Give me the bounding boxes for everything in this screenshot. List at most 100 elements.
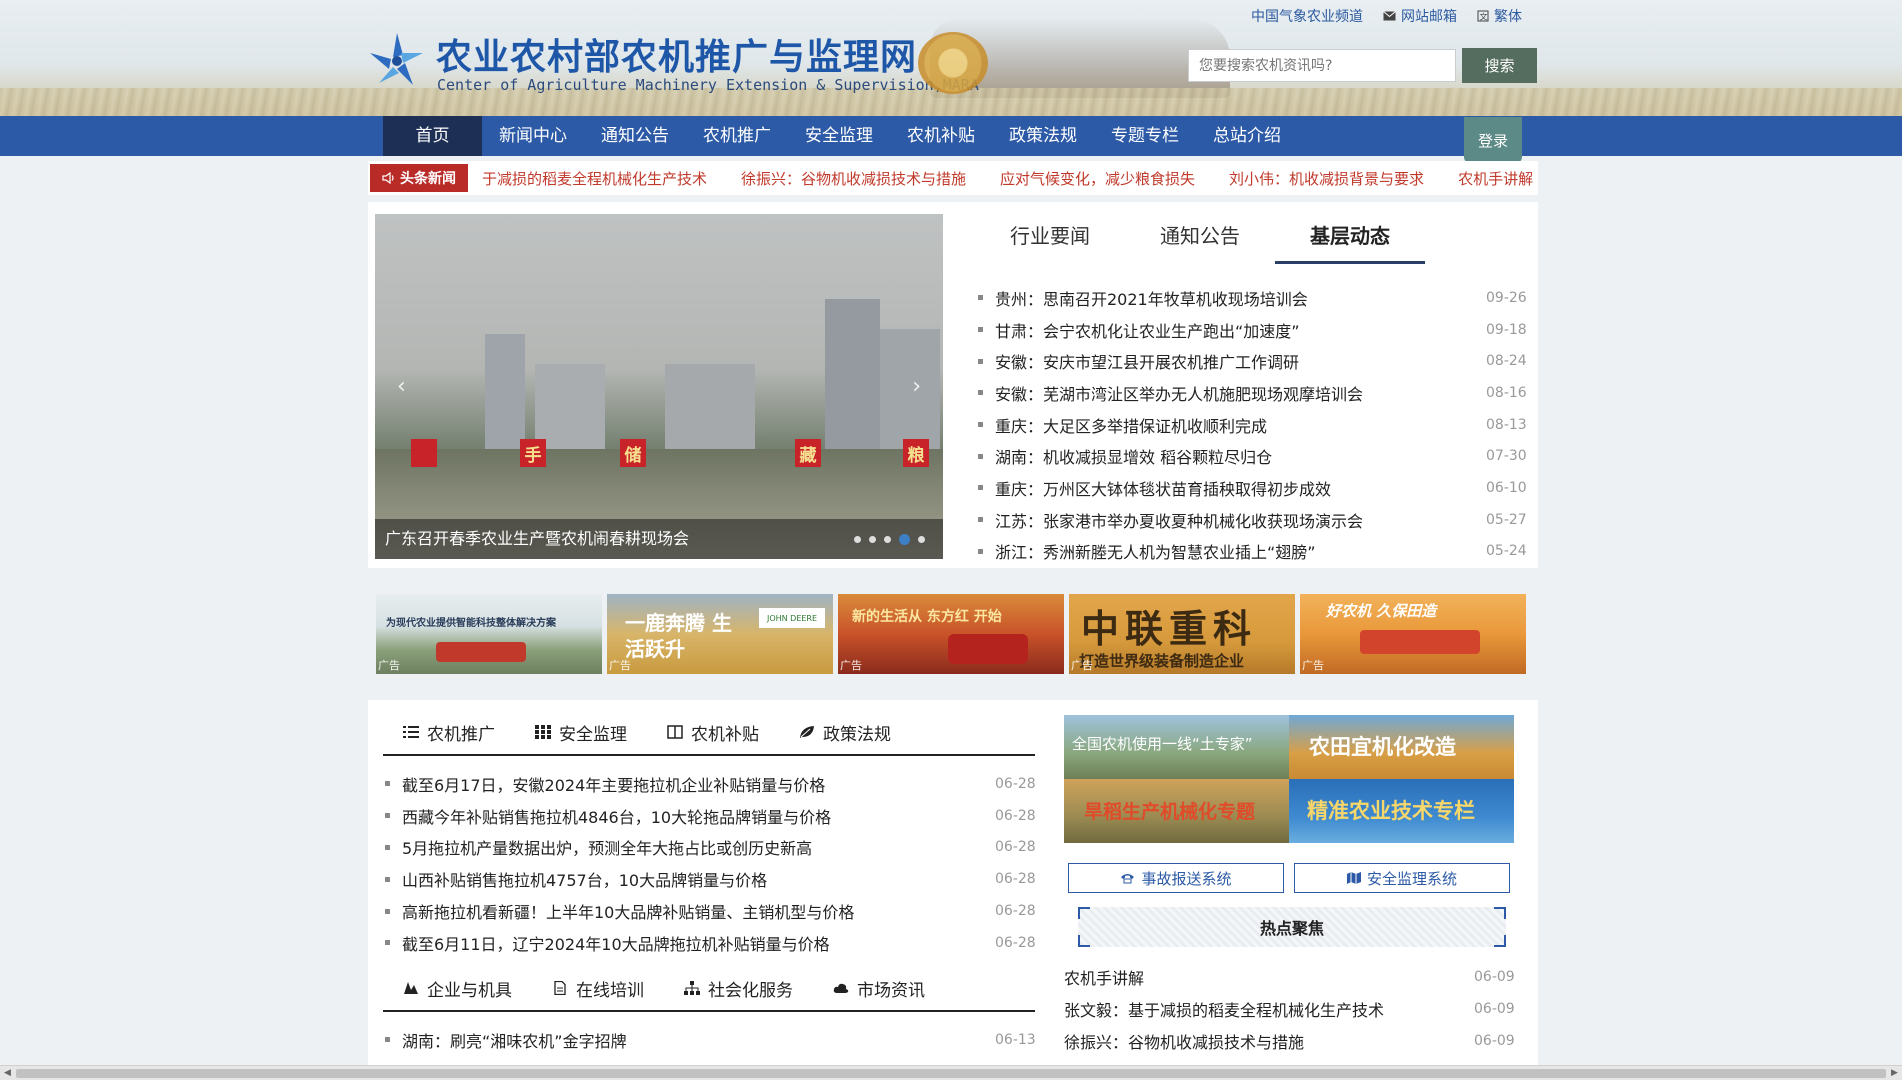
list-item[interactable]: 山西补贴销售拖拉机4757台，10大品牌销量与价格 06-28 xyxy=(383,863,1036,895)
list-item[interactable]: 截至6月11日，辽宁2024年10大品牌拖拉机补贴销量与价格 06-28 xyxy=(383,927,1036,959)
list-item-title[interactable]: 5月拖拉机产量数据出炉，预测全年大拖占比或创历史新高 xyxy=(402,835,995,859)
nav-about[interactable]: 总站介绍 xyxy=(1196,116,1298,156)
list-item-title[interactable]: 徐振兴：谷物机收减损技术与措施 xyxy=(1064,1029,1474,1053)
top-link-weather-label[interactable]: 中国气象农业频道 xyxy=(1251,6,1363,26)
nav-notices[interactable]: 通知公告 xyxy=(584,116,686,156)
tab-label[interactable]: 企业与机具 xyxy=(427,976,512,1001)
tab-label[interactable]: 市场资讯 xyxy=(857,976,925,1001)
list-item-title[interactable]: 截至6月17日，安徽2024年主要拖拉机企业补贴销量与价格 xyxy=(402,772,995,796)
topic-banner[interactable]: 全国农机使用一线“土专家” xyxy=(1064,715,1289,779)
list-item[interactable]: 西藏今年补贴销售拖拉机4846台，10大轮拖品牌销量与价格 06-28 xyxy=(383,800,1036,832)
scrollbar-thumb[interactable] xyxy=(16,1069,1886,1078)
list-item-title[interactable]: 西藏今年补贴销售拖拉机4846台，10大轮拖品牌销量与价格 xyxy=(402,804,995,828)
list-item-title[interactable]: 截至6月11日，辽宁2024年10大品牌拖拉机补贴销量与价格 xyxy=(402,931,995,955)
list-item-title[interactable]: 湖南：刷亮“湘味农机”金字招牌 xyxy=(402,1028,995,1052)
ad-banner[interactable]: 新的生活从 东方红 开始 广告 xyxy=(838,594,1064,674)
nav-news-center[interactable]: 新闻中心 xyxy=(482,116,584,156)
tab-social-service[interactable]: 社会化服务 xyxy=(664,966,813,1010)
list-item[interactable]: 江苏：张家港市举办夏收夏种机械化收获现场演示会 05-27 xyxy=(976,504,1527,536)
list-item[interactable]: 5月拖拉机产量数据出炉，预测全年大拖占比或创历史新高 06-28 xyxy=(383,832,1036,864)
list-item[interactable]: 农机手讲解 06-09 xyxy=(1064,961,1515,993)
tab-safety[interactable]: 安全监理 xyxy=(515,710,647,754)
tab-grassroots[interactable]: 基层动态 xyxy=(1275,208,1425,264)
ticker-item[interactable]: 于减损的稻麦全程机械化生产技术 xyxy=(482,168,707,189)
scroll-left-icon[interactable]: ◀ xyxy=(0,1066,15,1080)
slider-dot[interactable] xyxy=(918,536,925,543)
search-input[interactable] xyxy=(1188,49,1456,82)
tab-label[interactable]: 农机推广 xyxy=(427,720,495,745)
list-item[interactable]: 浙江：秀洲新塍无人机为智慧农业插上“翅膀” 05-24 xyxy=(976,536,1527,568)
photo-slider[interactable]: 手 储 藏 粮 ‹ › 广东召开春季农业生产暨农机闹春耕现场会 xyxy=(375,214,943,559)
list-item[interactable]: 安徽：安庆市望江县开展农机推广工作调研 08-24 xyxy=(976,345,1527,377)
list-item-title[interactable]: 江苏：张家港市举办夏收夏种机械化收获现场演示会 xyxy=(995,508,1486,532)
accident-report-label[interactable]: 事故报送系统 xyxy=(1141,868,1231,889)
site-logo-icon[interactable] xyxy=(368,30,426,92)
list-item[interactable]: 重庆：大足区多举措保证机收顺利完成 08-13 xyxy=(976,409,1527,441)
tab-subsidy[interactable]: 农机补贴 xyxy=(647,710,779,754)
list-item[interactable]: 徐振兴：谷物机收减损技术与措施 06-09 xyxy=(1064,1025,1515,1057)
list-item-title[interactable]: 安徽：安庆市望江县开展农机推广工作调研 xyxy=(995,349,1486,373)
ad-banner[interactable]: 中联重科 打造世界级装备制造企业 广告 xyxy=(1069,594,1295,674)
list-item[interactable]: 张文毅：基于减损的稻麦全程机械化生产技术 06-09 xyxy=(1064,993,1515,1025)
ticker-item[interactable]: 农机手讲解 xyxy=(1458,168,1533,189)
slider-dot-active[interactable] xyxy=(899,534,910,545)
tab-training[interactable]: 在线培训 xyxy=(532,966,664,1010)
list-item-title[interactable]: 浙江：秀洲新塍无人机为智慧农业插上“翅膀” xyxy=(995,539,1486,563)
tab-enterprise[interactable]: 企业与机具 xyxy=(383,966,532,1010)
ticker-item[interactable]: 刘小伟：机收减损背景与要求 xyxy=(1229,168,1424,189)
slider-caption[interactable]: 广东召开春季农业生产暨农机闹春耕现场会 xyxy=(385,525,689,549)
nav-subsidy[interactable]: 农机补贴 xyxy=(890,116,992,156)
tab-industry-news[interactable]: 行业要闻 xyxy=(975,208,1125,264)
ticker-item[interactable]: 徐振兴：谷物机收减损技术与措施 xyxy=(741,168,966,189)
list-item-title[interactable]: 重庆：大足区多举措保证机收顺利完成 xyxy=(995,413,1486,437)
list-item-title[interactable]: 重庆：万州区大钵体毯状苗育插秧取得初步成效 xyxy=(995,476,1486,500)
list-item-title[interactable]: 张文毅：基于减损的稻麦全程机械化生产技术 xyxy=(1064,997,1474,1021)
slider-prev-icon[interactable]: ‹ xyxy=(397,374,406,399)
slider-dot[interactable] xyxy=(854,536,861,543)
list-item[interactable]: 甘肃：会宁农机化让农业生产跑出“加速度” 09-18 xyxy=(976,314,1527,346)
site-title[interactable]: 农业农村部农机推广与监理网 xyxy=(436,28,917,80)
list-item[interactable]: 高新拖拉机看新疆！上半年10大品牌补贴销量、主销机型与价格 06-28 xyxy=(383,895,1036,927)
slider-dot[interactable] xyxy=(884,536,891,543)
ad-banner[interactable]: 好农机 久保田造 广告 xyxy=(1300,594,1526,674)
nav-safety[interactable]: 安全监理 xyxy=(788,116,890,156)
list-item[interactable]: 贵州：思南召开2021年牧草机收现场培训会 09-26 xyxy=(976,282,1527,314)
topic-banner[interactable]: 旱稻生产机械化专题 xyxy=(1064,779,1289,843)
list-item[interactable]: 湖南：机收减损显增效 稻谷颗粒尽归仓 07-30 xyxy=(976,440,1527,472)
nav-extension[interactable]: 农机推广 xyxy=(686,116,788,156)
slider-next-icon[interactable]: › xyxy=(912,374,921,399)
slider-dot[interactable] xyxy=(869,536,876,543)
top-link-traditional-label[interactable]: 繁体 xyxy=(1494,6,1522,26)
top-link-traditional[interactable]: 文 繁体 xyxy=(1477,6,1522,26)
accident-report-button[interactable]: 事故报送系统 xyxy=(1068,863,1284,893)
tab-label[interactable]: 安全监理 xyxy=(559,720,627,745)
safety-system-label[interactable]: 安全监理系统 xyxy=(1367,868,1457,889)
tab-label[interactable]: 农机补贴 xyxy=(691,720,759,745)
top-link-weather[interactable]: 中国气象农业频道 xyxy=(1251,6,1363,26)
list-item-title[interactable]: 山西补贴销售拖拉机4757台，10大品牌销量与价格 xyxy=(402,867,995,891)
list-item-title[interactable]: 湖南：机收减损显增效 稻谷颗粒尽归仓 xyxy=(995,444,1486,468)
list-item[interactable]: 截至6月17日，安徽2024年主要拖拉机企业补贴销量与价格 06-28 xyxy=(383,768,1036,800)
tab-policy[interactable]: 政策法规 xyxy=(779,710,911,754)
topic-banner[interactable]: 精准农业技术专栏 xyxy=(1289,779,1514,843)
tab-extension[interactable]: 农机推广 xyxy=(383,710,515,754)
list-item[interactable]: 重庆：万州区大钵体毯状苗育插秧取得初步成效 06-10 xyxy=(976,472,1527,504)
ad-banner[interactable]: 为现代农业提供智能科技整体解决方案 广告 xyxy=(376,594,602,674)
tab-notices[interactable]: 通知公告 xyxy=(1125,208,1275,264)
topic-banner[interactable]: 农田宜机化改造 xyxy=(1289,715,1514,779)
tab-label[interactable]: 社会化服务 xyxy=(708,976,793,1001)
tab-label[interactable]: 政策法规 xyxy=(823,720,891,745)
list-item-title[interactable]: 农机手讲解 xyxy=(1064,965,1474,989)
tab-label[interactable]: 在线培训 xyxy=(576,976,644,1001)
ticker-item[interactable]: 应对气候变化，减少粮食损失 xyxy=(1000,168,1195,189)
search-button[interactable]: 搜索 xyxy=(1462,48,1537,83)
list-item-title[interactable]: 高新拖拉机看新疆！上半年10大品牌补贴销量、主销机型与价格 xyxy=(402,899,995,923)
nav-policy[interactable]: 政策法规 xyxy=(992,116,1094,156)
ad-banner[interactable]: 一鹿奔腾 生活跃升 JOHN DEERE 广告 xyxy=(607,594,833,674)
scroll-right-icon[interactable]: ▶ xyxy=(1887,1066,1902,1080)
tab-market[interactable]: 市场资讯 xyxy=(813,966,945,1010)
top-link-mail[interactable]: 网站邮箱 xyxy=(1383,6,1457,26)
top-link-mail-label[interactable]: 网站邮箱 xyxy=(1401,6,1457,26)
list-item[interactable]: 安徽：芜湖市湾沚区举办无人机施肥现场观摩培训会 08-16 xyxy=(976,377,1527,409)
list-item-title[interactable]: 甘肃：会宁农机化让农业生产跑出“加速度” xyxy=(995,318,1486,342)
